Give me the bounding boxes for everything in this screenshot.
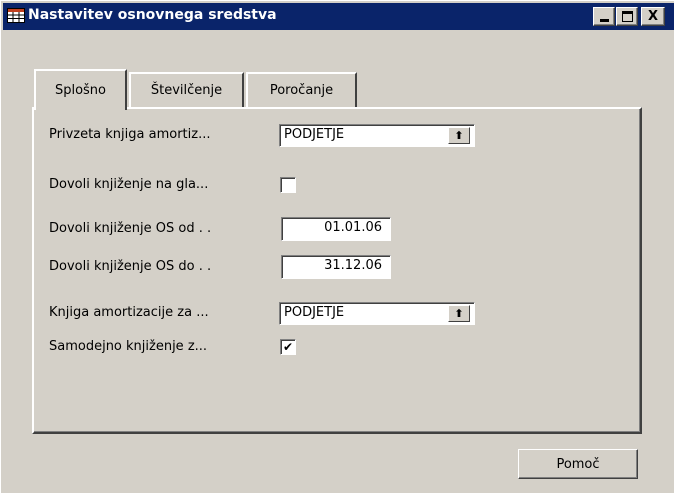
- tab-label: Številčenje: [150, 83, 223, 98]
- default-depr-book-value: PODJETJE: [284, 127, 345, 142]
- minimize-button[interactable]: [593, 7, 615, 26]
- tab-general[interactable]: Splošno: [34, 69, 127, 110]
- help-button-label: Pomoč: [556, 456, 600, 472]
- automatic-insurance-posting-label: Samodejno knjiženje z...: [49, 339, 208, 354]
- title-bar[interactable]: Nastavitev osnovnega sredstva X: [3, 3, 674, 30]
- default-depr-book-label: Privzeta knjiga amortiz...: [49, 127, 211, 142]
- allow-posting-main-assets-label: Dovoli knjiženje na gla...: [49, 177, 209, 192]
- allow-posting-from-label: Dovoli knjiženje OS od . .: [49, 221, 212, 236]
- close-button[interactable]: X: [641, 7, 665, 26]
- setup-window: Nastavitev osnovnega sredstva X Splošno …: [0, 0, 674, 493]
- close-icon: X: [647, 9, 659, 24]
- insurance-depr-book-value: PODJETJE: [284, 305, 345, 320]
- tab-reporting[interactable]: Poročanje: [246, 72, 357, 107]
- allow-posting-from-field[interactable]: 01.01.06: [281, 217, 391, 241]
- default-depr-book-field[interactable]: PODJETJE ⬆: [279, 124, 475, 147]
- dropdown-arrow-icon[interactable]: ⬆: [448, 127, 470, 144]
- maximize-button[interactable]: [616, 7, 638, 26]
- insurance-depr-book-label: Knjiga amortizacije za ...: [49, 305, 209, 320]
- dropdown-arrow-icon[interactable]: ⬆: [448, 305, 470, 322]
- checkmark-icon: ✔: [282, 340, 294, 354]
- maximize-icon: [621, 11, 633, 22]
- tab-label: Splošno: [54, 83, 107, 98]
- insurance-depr-book-field[interactable]: PODJETJE ⬆: [279, 302, 475, 325]
- allow-posting-main-assets-checkbox[interactable]: [280, 177, 296, 193]
- minimize-icon: [599, 19, 609, 22]
- allow-posting-to-field[interactable]: 31.12.06: [281, 255, 391, 279]
- allow-posting-to-label: Dovoli knjiženje OS do . .: [49, 259, 212, 274]
- window-title: Nastavitev osnovnega sredstva: [28, 7, 277, 23]
- tab-label: Poročanje: [269, 83, 334, 98]
- help-button[interactable]: Pomoč: [518, 449, 638, 479]
- form-table-icon: [7, 8, 25, 23]
- automatic-insurance-posting-checkbox[interactable]: ✔: [280, 339, 296, 355]
- tab-numbering[interactable]: Številčenje: [129, 72, 244, 107]
